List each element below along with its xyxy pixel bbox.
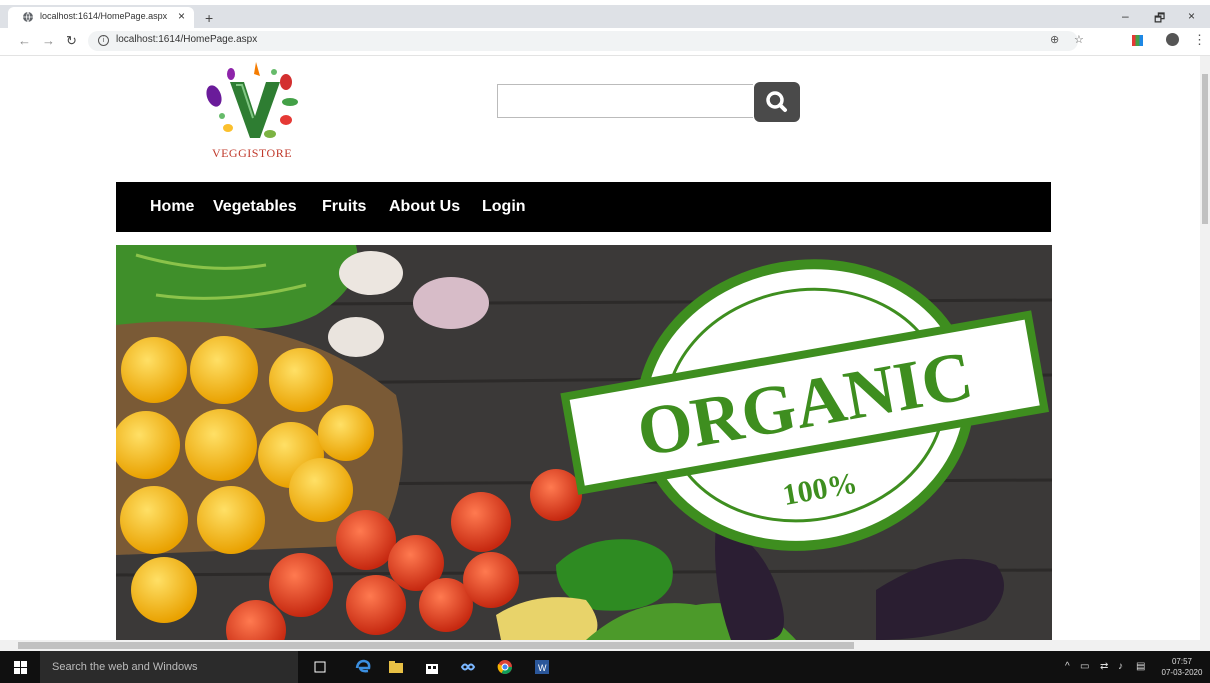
nav-login[interactable]: Login (482, 198, 526, 216)
search-button[interactable] (754, 82, 800, 122)
nav-about-us[interactable]: About Us (389, 198, 460, 216)
tab-strip: localhost:1614/HomePage.aspx × + – 🗗 × (0, 5, 1210, 28)
volume-icon[interactable]: ♪ (1118, 661, 1123, 672)
zoom-icon[interactable]: ⊕ (1050, 33, 1059, 46)
page-viewport: VEGGISTORE Home Vegetables Fruits About … (0, 56, 1200, 640)
nav-vegetables[interactable]: Vegetables (213, 198, 297, 216)
extension-icon[interactable] (1132, 35, 1143, 46)
taskbar: Search the web and Windows W ^ ▭ ⇄ ♪ ▤ 0… (0, 651, 1210, 683)
menu-dots-icon[interactable]: ⋮ (1193, 32, 1206, 48)
back-arrow-icon[interactable]: ← (18, 33, 31, 48)
edge-icon[interactable] (355, 659, 371, 675)
info-icon[interactable]: i (98, 35, 109, 46)
tab-close-icon[interactable]: × (178, 9, 185, 23)
address-row: ← → ↻ i localhost:1614/HomePage.aspx ⊕ ☆ (0, 28, 1210, 56)
nav-fruits[interactable]: Fruits (322, 198, 366, 216)
taskbar-search[interactable]: Search the web and Windows (40, 651, 298, 683)
nav-home[interactable]: Home (150, 198, 194, 216)
globe-icon (23, 11, 33, 23)
horizontal-scroll-thumb[interactable] (18, 642, 854, 649)
notification-icon[interactable]: ▤ (1136, 661, 1145, 672)
forward-arrow-icon[interactable]: → (42, 33, 55, 48)
svg-text:W: W (538, 663, 547, 673)
site-logo[interactable]: VEGGISTORE (200, 60, 304, 160)
word-icon[interactable]: W (534, 659, 550, 675)
tray-chevron-icon[interactable]: ^ (1065, 661, 1070, 672)
hero-banner: ORGANIC 100% (116, 245, 1052, 640)
minimize-button[interactable]: – (1122, 9, 1129, 23)
main-nav: Home Vegetables Fruits About Us Login (116, 182, 1051, 232)
file-explorer-icon[interactable] (388, 659, 404, 675)
store-icon[interactable] (424, 659, 440, 675)
search-input[interactable] (497, 84, 753, 118)
taskbar-clock[interactable]: 07:57 07-03-2020 (1158, 656, 1206, 678)
profile-icon[interactable] (1166, 33, 1179, 46)
chrome-icon[interactable] (497, 659, 513, 675)
logo-text: VEGGISTORE (211, 146, 293, 160)
address-bar[interactable]: i localhost:1614/HomePage.aspx ⊕ ☆ (88, 31, 1084, 51)
star-icon[interactable]: ☆ (1074, 33, 1084, 46)
close-window-button[interactable]: × (1188, 9, 1195, 23)
hero-image: ORGANIC 100% (116, 245, 1052, 640)
infinity-app-icon[interactable] (460, 659, 476, 675)
url-text: localhost:1614/HomePage.aspx (116, 34, 258, 45)
clock-time: 07:57 (1171, 657, 1193, 666)
vertical-scrollbar[interactable] (1200, 56, 1210, 640)
windows-start-icon[interactable] (14, 661, 27, 674)
battery-icon[interactable]: ▭ (1080, 661, 1089, 672)
reload-icon[interactable]: ↻ (66, 33, 77, 49)
veggie-logo-icon (206, 62, 298, 138)
horizontal-scrollbar[interactable] (0, 640, 1210, 651)
vertical-scroll-thumb[interactable] (1202, 74, 1208, 224)
taskbar-search-text: Search the web and Windows (52, 661, 198, 673)
clock-date: 07-03-2020 (1161, 668, 1203, 677)
browser-tab[interactable]: localhost:1614/HomePage.aspx × (8, 7, 194, 28)
network-icon[interactable]: ⇄ (1100, 661, 1108, 672)
task-view-icon[interactable] (312, 659, 328, 675)
search-icon (766, 91, 787, 112)
restore-button[interactable]: 🗗 (1154, 9, 1165, 30)
tab-title: localhost:1614/HomePage.aspx (40, 11, 168, 21)
new-tab-button[interactable]: + (205, 10, 213, 26)
